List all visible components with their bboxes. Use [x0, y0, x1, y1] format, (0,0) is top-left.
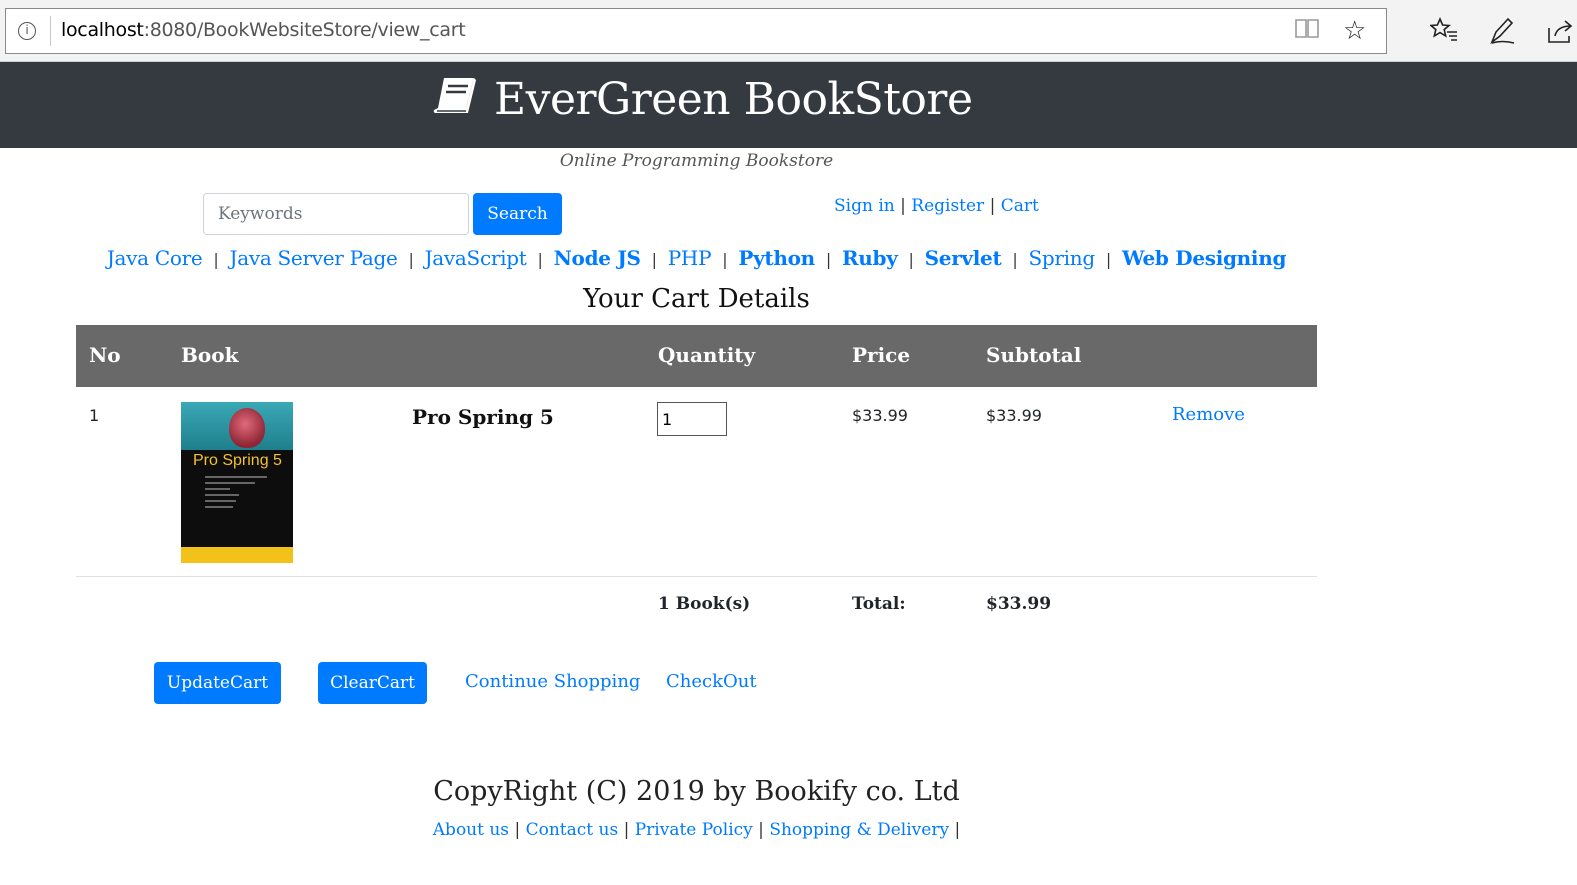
about-us-link[interactable]: About us: [433, 820, 509, 840]
total-label: Total:: [852, 594, 906, 614]
favorites-list-icon[interactable]: [1429, 16, 1458, 51]
book-title: Pro Spring 5: [412, 405, 554, 429]
total-books: 1 Book(s): [658, 594, 751, 614]
privacy-policy-link[interactable]: Private Policy: [635, 820, 753, 840]
cover-title: Pro Spring 5: [193, 452, 282, 469]
footer-links: About us | Contact us | Private Policy |…: [0, 820, 1393, 840]
update-cart-button[interactable]: UpdateCart: [154, 662, 281, 704]
category-python[interactable]: Python: [738, 246, 815, 270]
reading-view-icon[interactable]: [1294, 16, 1320, 49]
category-separator: |: [908, 250, 914, 269]
category-java-server-page[interactable]: Java Server Page: [230, 246, 398, 270]
column-header-book: Book: [181, 343, 239, 367]
account-separator: |: [989, 196, 996, 216]
category-nav: Java Core | Java Server Page | JavaScript | No…: [0, 246, 1393, 270]
category-web-designing[interactable]: Web Designing: [1122, 246, 1286, 270]
copyright-text: CopyRight (C) 2019 by Bookify co. Ltd: [433, 776, 960, 807]
book-subtotal: $33.99: [986, 406, 1042, 425]
column-header-subtotal: Subtotal: [986, 343, 1082, 367]
register-link[interactable]: Register: [911, 196, 984, 216]
search-button[interactable]: Search: [473, 193, 562, 235]
footer-separator: |: [623, 820, 630, 840]
shopping-delivery-link[interactable]: Shopping & Delivery: [769, 820, 949, 840]
column-header-quantity: Quantity: [658, 343, 756, 367]
site-tagline: Online Programming Bookstore: [559, 151, 834, 171]
search-input[interactable]: [203, 193, 469, 235]
address-bar-divider: [50, 16, 51, 46]
category-separator: |: [825, 250, 831, 269]
cover-text-lines: [205, 476, 267, 512]
account-links: Sign in | Register | Cart: [834, 196, 1039, 216]
sign-in-link[interactable]: Sign in: [834, 196, 895, 216]
clear-cart-button[interactable]: ClearCart: [318, 662, 427, 704]
footer-separator: |: [514, 820, 521, 840]
category-node-js[interactable]: Node JS: [554, 246, 641, 270]
category-separator: |: [213, 250, 219, 269]
category-separator: |: [537, 250, 543, 269]
contact-us-link[interactable]: Contact us: [526, 820, 619, 840]
category-javascript[interactable]: JavaScript: [425, 246, 527, 270]
account-separator: |: [900, 196, 906, 216]
category-servlet[interactable]: Servlet: [925, 246, 1002, 270]
url-host: localhost: [61, 19, 144, 41]
cart-heading: Your Cart Details: [583, 284, 810, 314]
cover-footer-stripe: [181, 547, 293, 563]
book-price: $33.99: [852, 406, 908, 425]
checkout-link[interactable]: CheckOut: [666, 671, 757, 692]
footer-separator: |: [954, 820, 961, 840]
pen-icon[interactable]: [1488, 16, 1516, 53]
category-separator: |: [722, 250, 728, 269]
cart-link[interactable]: Cart: [1001, 196, 1039, 216]
cover-flower: [229, 408, 265, 448]
footer-separator: |: [758, 820, 764, 840]
category-java-core[interactable]: Java Core: [107, 246, 203, 270]
book-icon: [432, 75, 478, 119]
row-divider: [76, 576, 1317, 577]
info-icon[interactable]: i: [18, 22, 36, 40]
category-separator: |: [408, 250, 414, 269]
site-title: EverGreen BookStore: [494, 74, 973, 125]
category-separator: |: [1105, 250, 1111, 269]
column-header-no: No: [89, 343, 121, 367]
url-text[interactable]: localhost:8080/BookWebsiteStore/view_car…: [61, 19, 466, 41]
url-path: :8080/BookWebsiteStore/view_cart: [143, 19, 466, 41]
category-php[interactable]: PHP: [668, 246, 712, 270]
total-value: $33.99: [986, 594, 1052, 614]
row-number: 1: [89, 406, 100, 425]
category-separator: |: [1012, 250, 1018, 269]
category-ruby[interactable]: Ruby: [842, 246, 898, 270]
category-spring[interactable]: Spring: [1029, 246, 1096, 270]
share-icon[interactable]: [1547, 18, 1577, 51]
favorite-star-icon[interactable]: ☆: [1343, 16, 1366, 46]
remove-link[interactable]: Remove: [1172, 404, 1245, 425]
quantity-input[interactable]: [657, 402, 727, 436]
continue-shopping-link[interactable]: Continue Shopping: [465, 671, 640, 692]
book-cover-image[interactable]: Pro Spring 5: [181, 402, 293, 563]
column-header-price: Price: [852, 343, 911, 367]
category-separator: |: [651, 250, 657, 269]
